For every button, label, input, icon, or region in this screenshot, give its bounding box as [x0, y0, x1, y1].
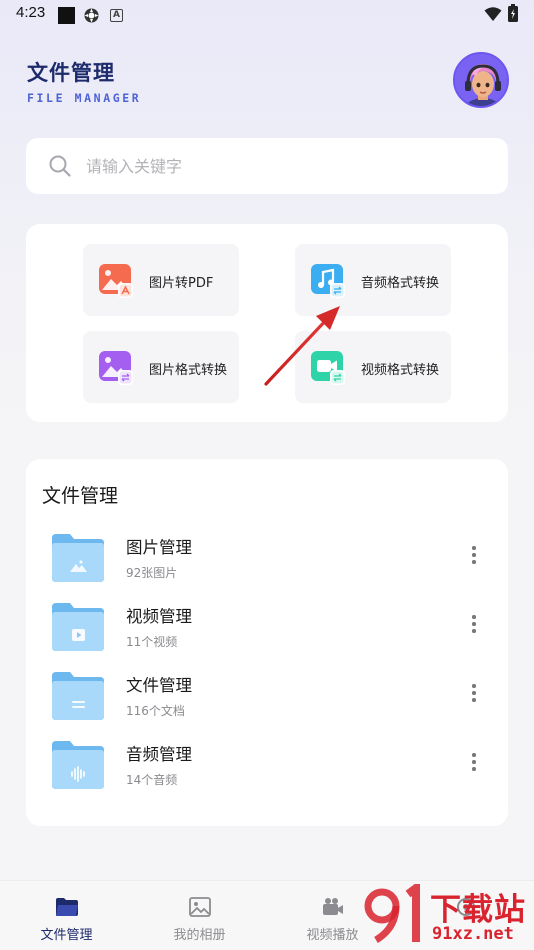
tool-image-convert[interactable]: 图片格式转换 [83, 331, 239, 403]
file-management-card: 文件管理 图片管理 92张图片 视频管理 11个视频 文件管理 116个文档 音… [26, 459, 508, 826]
user-avatar[interactable] [453, 52, 509, 108]
image-folder-icon [52, 534, 104, 582]
file-count: 116个文档 [126, 704, 185, 718]
nav-label: 我的相册 [173, 928, 226, 943]
section-title: 文件管理 [42, 485, 119, 507]
tool-label: 视频格式转换 [361, 363, 440, 378]
watermark-url: 91xz.net [432, 924, 514, 944]
page-title: 文件管理 [27, 61, 115, 85]
image-convert-icon [99, 351, 133, 385]
tool-video-convert[interactable]: 视频格式转换 [295, 331, 451, 403]
tool-label: 图片格式转换 [149, 363, 228, 378]
tool-audio-convert[interactable]: 音频格式转换 [295, 244, 451, 316]
file-count: 11个视频 [126, 635, 178, 649]
tool-label: 图片转PDF [149, 276, 214, 291]
tool-image-to-pdf[interactable]: 图片转PDF [83, 244, 239, 316]
file-row-videos[interactable]: 视频管理 11个视频 [26, 599, 508, 659]
video-folder-icon [52, 603, 104, 651]
nav-label: 文件管理 [40, 928, 93, 943]
file-name: 图片管理 [126, 538, 192, 557]
app-a-icon: A [110, 9, 123, 22]
search-bar[interactable] [26, 138, 508, 194]
folder-icon [56, 898, 78, 916]
watermark-text: 下载站 [430, 892, 526, 928]
tool-label: 音频格式转换 [361, 276, 440, 291]
status-bar: 4:23 A [0, 0, 534, 30]
sync-icon [84, 8, 99, 23]
more-options-icon[interactable] [466, 753, 482, 775]
file-row-documents[interactable]: 文件管理 116个文档 [26, 668, 508, 728]
avatar-image [455, 54, 507, 106]
document-folder-icon [52, 672, 104, 720]
file-count: 14个音频 [126, 773, 178, 787]
file-name: 音频管理 [126, 745, 192, 764]
video-camera-icon [323, 898, 343, 915]
watermark-logo-icon [364, 884, 420, 944]
battery-icon [508, 4, 518, 22]
tools-card: 图片转PDF 音频格式转换 图片格式转换 视频格式转换 [26, 224, 508, 422]
more-options-icon[interactable] [466, 684, 482, 706]
file-row-images[interactable]: 图片管理 92张图片 [26, 530, 508, 590]
image-to-pdf-icon [99, 264, 133, 298]
status-time: 4:23 [16, 4, 46, 21]
nav-item-album[interactable]: 我的相册 [133, 881, 266, 950]
audio-folder-icon [52, 741, 104, 789]
more-options-icon[interactable] [466, 546, 482, 568]
search-input[interactable] [86, 155, 466, 177]
file-name: 文件管理 [126, 676, 192, 695]
nav-item-files[interactable]: 文件管理 [0, 881, 133, 950]
file-row-audio[interactable]: 音频管理 14个音频 [26, 737, 508, 797]
search-icon [49, 155, 71, 177]
wifi-icon [484, 7, 502, 21]
watermark: 下载站 91xz.net [362, 884, 534, 950]
more-options-icon[interactable] [466, 615, 482, 637]
file-name: 视频管理 [126, 607, 192, 626]
file-count: 92张图片 [126, 566, 178, 580]
video-convert-icon [311, 351, 345, 385]
photo-album-icon [189, 897, 211, 917]
audio-convert-icon [311, 264, 345, 298]
notification-square-icon [58, 7, 75, 24]
page-subtitle: FILE MANAGER [27, 91, 142, 105]
